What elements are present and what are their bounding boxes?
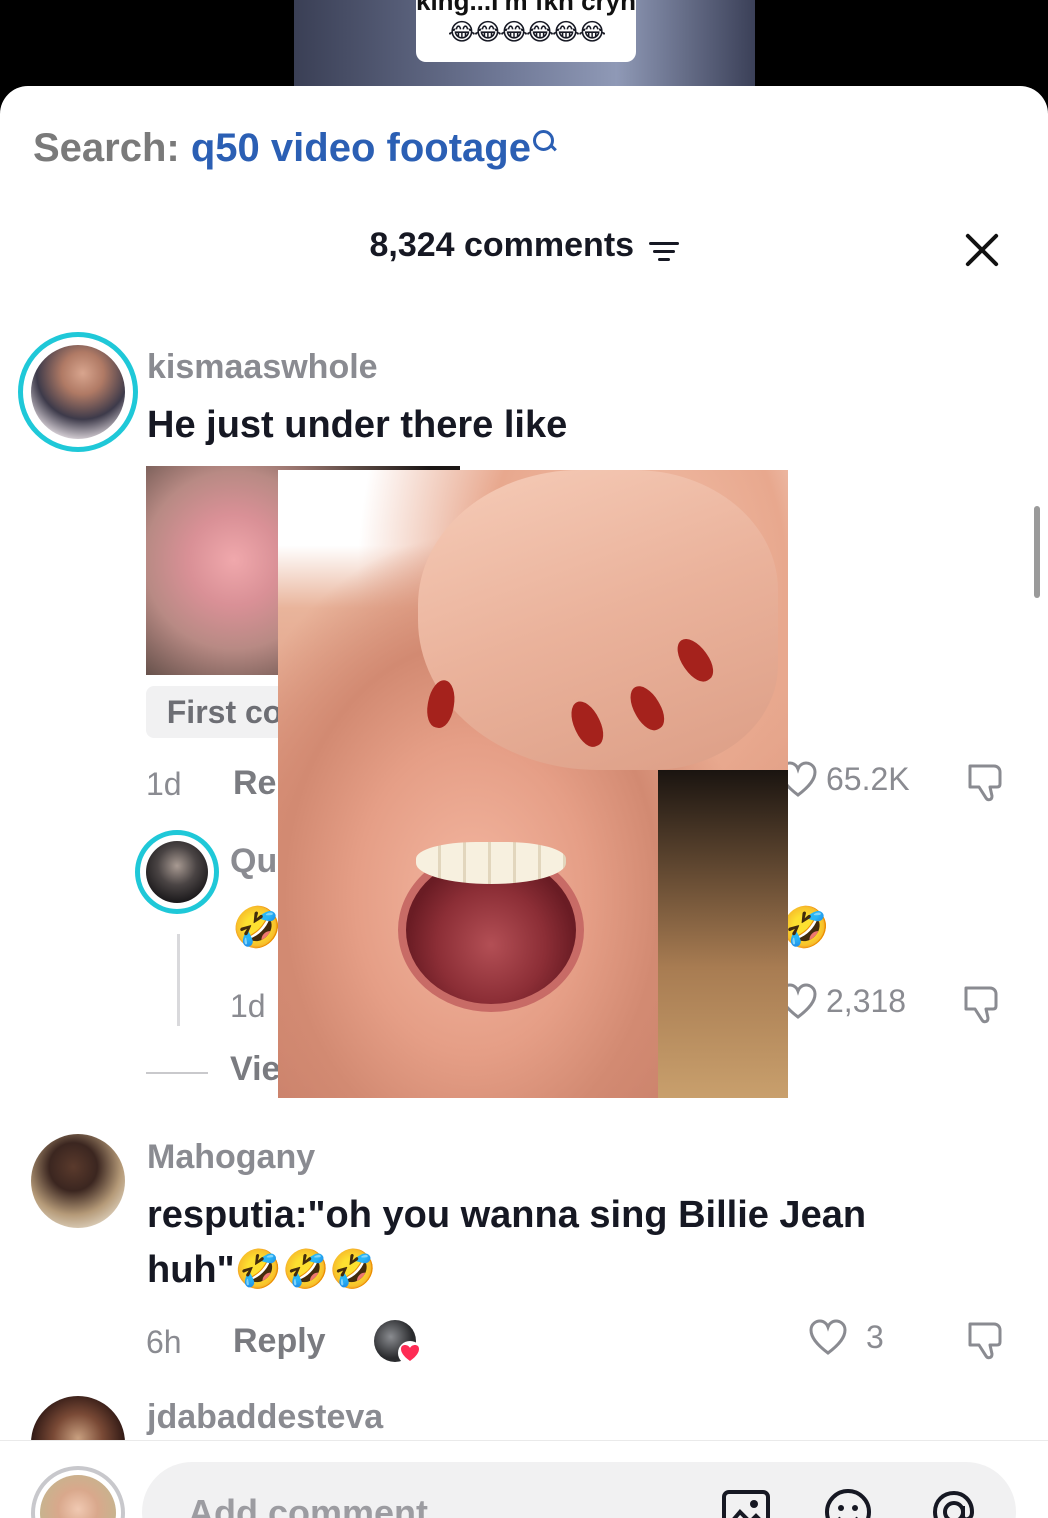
avatar[interactable] xyxy=(31,1134,125,1228)
add-comment-input[interactable]: Add comment xyxy=(142,1462,1016,1518)
heart-icon xyxy=(809,1319,847,1355)
sort-filter-icon[interactable] xyxy=(648,241,679,263)
reply-like-button[interactable]: 2,318 xyxy=(778,982,906,1020)
reply-like-count: 2,318 xyxy=(826,982,907,1019)
video-player[interactable]: king...I'm fkn cryn 😂😂😂😂😂😂 xyxy=(0,0,1048,90)
comment-age: 6h xyxy=(146,1324,182,1360)
video-caption-text: king...I'm fkn cryn xyxy=(416,0,637,16)
add-comment-placeholder: Add comment xyxy=(188,1492,429,1518)
like-count: 65.2K xyxy=(826,760,910,797)
video-caption-emojis: 😂😂😂😂😂😂 xyxy=(447,19,606,46)
comment-text: He just under there like xyxy=(147,404,568,446)
reply-avatar[interactable] xyxy=(146,841,208,903)
comment-age: 1d xyxy=(146,766,182,802)
dislike-icon[interactable] xyxy=(964,1318,1008,1362)
avatar[interactable] xyxy=(31,345,125,439)
comment-text: resputia:"oh you wanna sing Billie Jean … xyxy=(147,1194,867,1291)
reply-thread-line xyxy=(177,934,180,1026)
search-label: Search: xyxy=(33,126,180,170)
reply-button[interactable]: Reply xyxy=(233,1322,326,1361)
mention-icon[interactable] xyxy=(928,1486,980,1518)
search-query[interactable]: q50 video footage xyxy=(191,126,531,170)
reply-age: 1d xyxy=(230,988,266,1024)
sticker-teeth xyxy=(416,842,566,884)
scrollbar[interactable] xyxy=(1034,506,1040,598)
like-count: 3 xyxy=(866,1318,884,1355)
comments-header: 8,324 comments xyxy=(0,226,1048,265)
like-button[interactable]: 65.2K xyxy=(778,760,910,798)
dislike-icon[interactable] xyxy=(964,760,1008,804)
view-replies-line xyxy=(146,1072,208,1074)
comment-count: 8,324 comments xyxy=(369,226,635,264)
comment-username[interactable]: Mahogany xyxy=(147,1138,315,1177)
comments-sheet: Search: q50 video footage 8,324 comments… xyxy=(0,86,1048,1518)
dislike-icon[interactable] xyxy=(960,982,1004,1026)
creator-liked-heart-icon xyxy=(398,1341,422,1365)
sticker-overlay-image xyxy=(278,470,788,1098)
close-icon[interactable] xyxy=(962,230,1002,270)
search-suggestion[interactable]: Search: q50 video footage xyxy=(33,126,559,171)
sticker-hair xyxy=(658,770,788,1098)
like-button[interactable]: 3 xyxy=(808,1318,884,1356)
reply-emoji: 🤣 xyxy=(232,906,282,950)
search-icon xyxy=(531,128,559,156)
emoji-icon[interactable] xyxy=(822,1486,874,1518)
comment-username[interactable]: jdabaddesteva xyxy=(147,1398,383,1437)
comment-username[interactable]: kismaaswhole xyxy=(147,348,378,387)
image-icon[interactable] xyxy=(720,1486,772,1518)
video-caption-card: king...I'm fkn cryn 😂😂😂😂😂😂 xyxy=(416,0,636,62)
view-replies-button[interactable]: Vie xyxy=(230,1050,280,1089)
